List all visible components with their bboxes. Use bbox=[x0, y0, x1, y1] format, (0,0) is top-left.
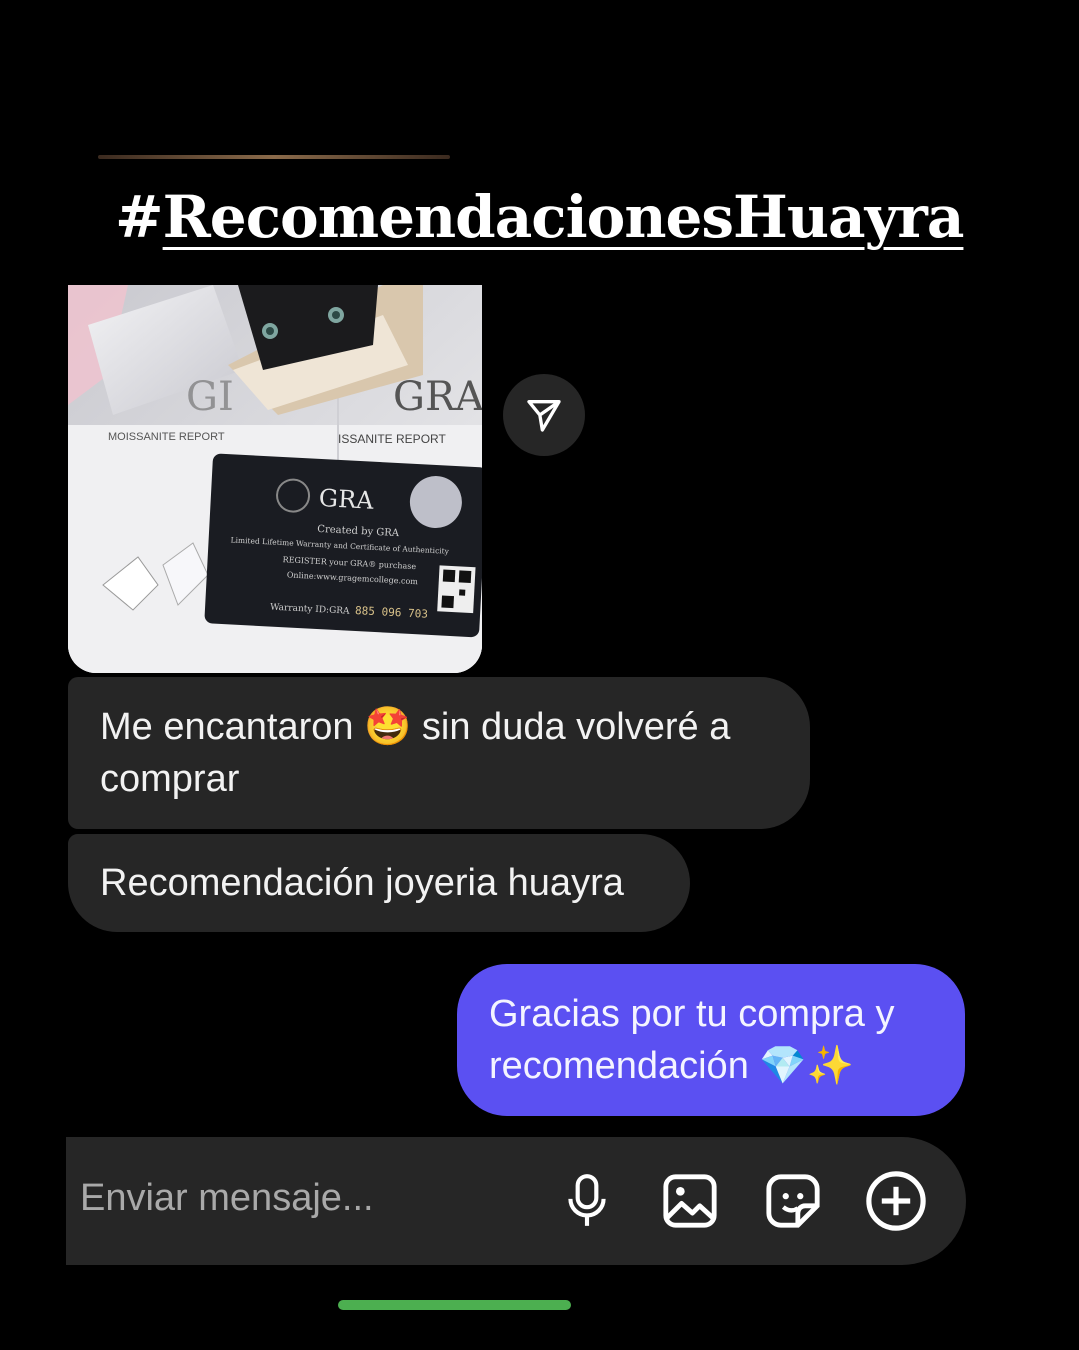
image-icon[interactable] bbox=[659, 1170, 721, 1232]
shared-photo[interactable]: GI GRA MOISSANITE REPORT ISSANITE REPORT… bbox=[68, 285, 482, 673]
message-composer bbox=[66, 1137, 966, 1265]
hashtag-word: RecomendacionesHuayra bbox=[162, 183, 965, 251]
share-button[interactable] bbox=[503, 374, 585, 456]
microphone-icon[interactable] bbox=[556, 1170, 618, 1232]
home-indicator[interactable] bbox=[338, 1300, 571, 1310]
box-gra-right: GRA bbox=[393, 374, 482, 420]
earrings-certificate-photo: GI GRA MOISSANITE REPORT ISSANITE REPORT… bbox=[68, 285, 482, 673]
plus-circle-icon[interactable] bbox=[865, 1170, 927, 1232]
message-input[interactable] bbox=[80, 1177, 520, 1220]
received-message-1[interactable]: Me encantaron 🤩 sin duda volveré a compr… bbox=[68, 677, 810, 829]
card-brand: GRA bbox=[318, 484, 375, 515]
received-message-2[interactable]: Recomendación joyeria huayra bbox=[68, 834, 690, 932]
sent-message-1[interactable]: Gracias por tu compra y recomendación 💎✨ bbox=[457, 964, 965, 1116]
report-right: ISSANITE REPORT bbox=[338, 432, 446, 446]
hash-sign: # bbox=[115, 183, 164, 251]
sticker-icon[interactable] bbox=[762, 1170, 824, 1232]
report-left: MOISSANITE REPORT bbox=[108, 431, 225, 443]
box-gra-left: GI bbox=[186, 374, 234, 420]
send-icon bbox=[527, 400, 561, 432]
hashtag-title: #RecomendacionesHuayra bbox=[115, 188, 964, 246]
header-accent-strip bbox=[98, 155, 450, 159]
